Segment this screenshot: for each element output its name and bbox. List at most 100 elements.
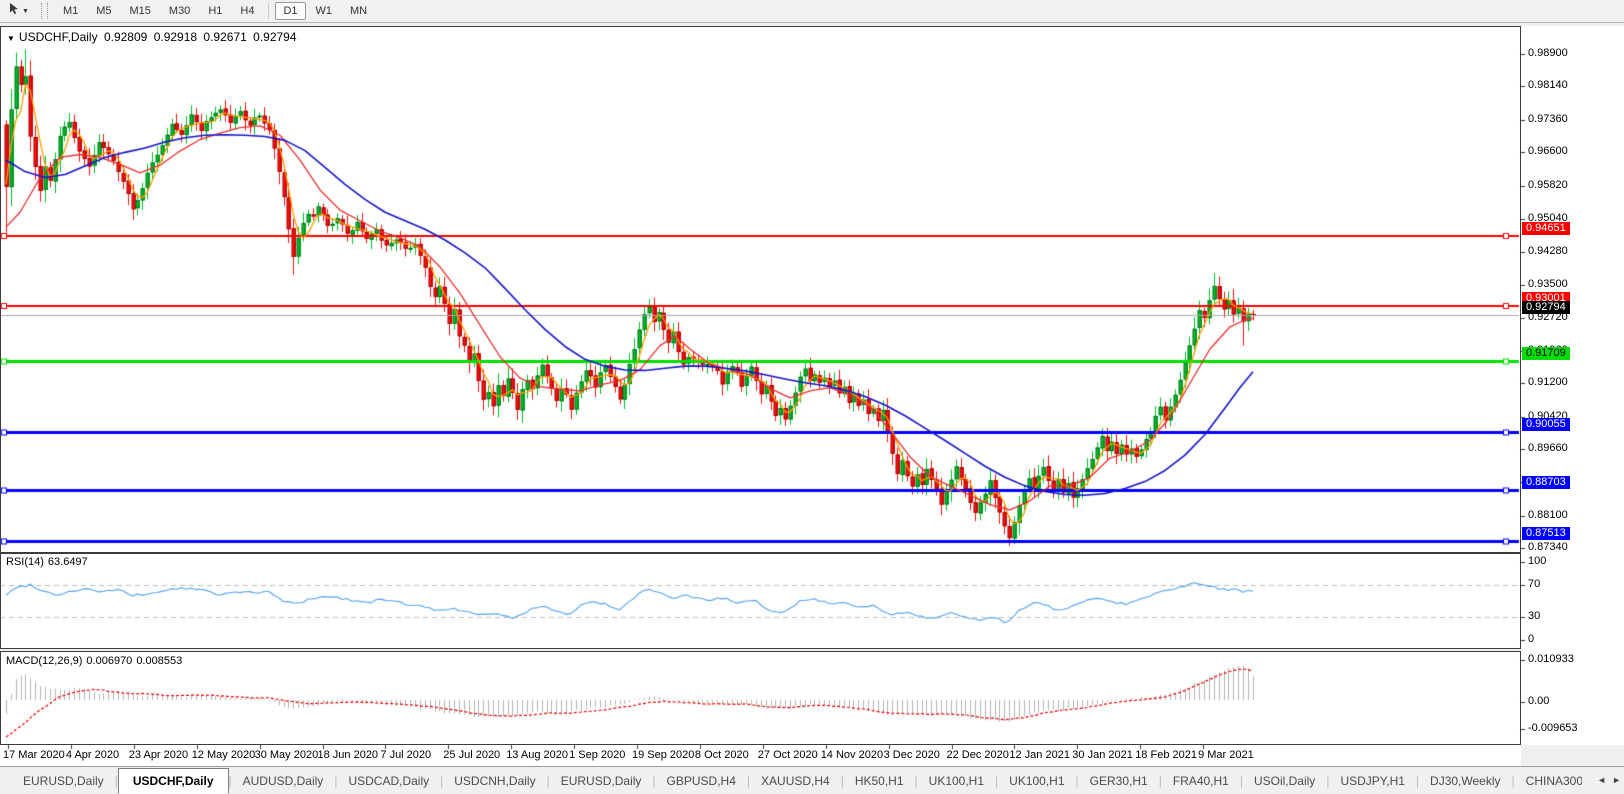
chart-tab-HK50-H1[interactable]: HK50,H1 [844,769,915,793]
rsi-tick-label: 0 [1528,633,1535,645]
price-level-badge: 0.94651 [1522,221,1570,235]
chart-tabbar: EURUSD,Daily | USDCHF,Daily | AUDUSD,Daily | U… [0,766,1624,794]
tab-scroll-left-icon[interactable]: ◄ [1597,775,1606,785]
chart-tab-USDCNH-Daily[interactable]: USDCNH,Daily [443,769,546,793]
chart-tab-USDCHF-Daily[interactable]: USDCHF,Daily [117,768,229,794]
tab-scroll-buttons: ◄ ► [1597,775,1621,785]
price-tick-label: 0.88100 [1528,508,1568,521]
date-tick-label: 25 Jul 2020 [443,749,501,761]
chart-tab-EURUSD-Daily[interactable]: EURUSD,Daily [12,769,115,793]
price-tick-label: 0.93500 [1528,277,1568,290]
chart-tab-UK100-H1[interactable]: UK100,H1 [918,769,995,793]
chart-tab-CHINA300-H1[interactable]: CHINA300,H1 [1515,769,1582,793]
macd-tick-label: 0.00 [1528,695,1550,707]
chart-tab-USDCAD-Daily[interactable]: USDCAD,Daily [337,769,440,793]
price-tick-label: 0.87340 [1528,541,1568,554]
macd-panel[interactable] [0,651,1521,745]
ohlc-high: 0.92918 [153,30,198,44]
tab-scroll-right-icon[interactable]: ► [1612,775,1621,785]
chart-title: ▼ USDCHF,Daily 0.92809 0.92918 0.92671 0.… [7,30,300,44]
cursor-arrow-icon [8,2,20,20]
ohlc-close: 0.92794 [253,30,297,44]
toolbar-separator [268,3,270,19]
date-tick-label: 12 Jan 2021 [1009,749,1070,761]
price-level-badge: 0.91709 [1522,347,1570,361]
date-tick-label: 19 Sep 2020 [632,749,695,761]
timeframe-button-H4[interactable]: H4 [232,2,262,20]
date-tick-label: 30 Jan 2021 [1072,749,1133,761]
chart-tab-EURUSD-Daily[interactable]: EURUSD,Daily [550,769,653,793]
timeframe-button-W1[interactable]: W1 [308,2,341,20]
price-tick-label: 0.98900 [1528,47,1568,59]
date-tick-label: 27 Oct 2020 [757,749,818,761]
price-tick-label: 0.94280 [1528,244,1568,257]
date-tick-label: 13 Aug 2020 [506,749,568,761]
macd-indicator-label: MACD(12,26,9) 0.006970 0.008553 [6,655,186,667]
chart-cursor-tool-button[interactable]: ▼ [4,2,33,20]
timeframe-button-M30[interactable]: M30 [161,2,198,20]
chart-tab-DJ30-Weekly[interactable]: DJ30,Weekly [1419,769,1511,793]
current-price-badge: 0.92794 [1522,301,1570,315]
chart-tab-AUDUSD-Daily[interactable]: AUDUSD,Daily [232,769,335,793]
chart-tab-USDJPY-H1[interactable]: USDJPY,H1 [1329,769,1415,793]
date-tick-label: 14 Nov 2020 [820,749,884,761]
price-panel[interactable] [0,26,1521,553]
date-axis[interactable]: 17 Mar 2020 4 Apr 2020 23 Apr 2020 12 May 2… [0,745,1521,766]
rsi-tick-label: 30 [1528,610,1541,622]
ohlc-low: 0.92671 [203,30,247,44]
timeframe-toolbar: ▼ M1 M5 M15 M30 H1 H4 D1 W1 MN [0,0,1624,23]
date-tick-label: 23 Apr 2020 [128,749,189,761]
rsi-tick-label: 70 [1528,578,1541,590]
chart-tab-GER30-H1[interactable]: GER30,H1 [1079,769,1159,793]
timeframe-button-H1[interactable]: H1 [200,2,230,20]
timeframe-button-M15[interactable]: M15 [122,2,159,20]
rsi-indicator-label: RSI(14) 63.6497 [6,556,92,568]
date-tick-label: 12 May 2020 [191,749,256,761]
date-tick-label: 4 Apr 2020 [65,749,120,761]
rsi-value: 63.6497 [47,556,88,568]
price-level-badge: 0.88703 [1522,476,1570,490]
date-tick-label: 1 Sep 2020 [569,749,626,761]
date-tick-label: 22 Dec 2020 [946,749,1009,761]
macd-tick-label: -0.009653 [1528,722,1578,734]
price-tick-label: 0.97360 [1528,112,1568,125]
chart-tab-GBPUSD-H4[interactable]: GBPUSD,H4 [656,769,747,793]
price-tick-label: 0.91200 [1528,376,1568,389]
price-tick-label: 0.98140 [1528,79,1568,92]
timeframe-button-M1[interactable]: M1 [55,2,86,20]
price-tick-label: 0.95820 [1528,178,1568,191]
price-level-badge: 0.90055 [1522,418,1570,432]
price-axis[interactable]: 0.98900 0.98140 0.97360 0.96600 0.95820 0.950… [1521,26,1624,745]
chevron-down-icon: ▼ [22,7,29,15]
price-tick-label: 0.96600 [1528,145,1568,158]
macd-signal-value: 0.008553 [136,655,183,667]
mt4-terminal: ▼ M1 M5 M15 M30 H1 H4 D1 W1 MN 0.98900 0.98140 0.9… [0,0,1624,794]
chart-tabs: EURUSD,Daily | USDCHF,Daily | AUDUSD,Daily | U… [12,767,1582,794]
timeframe-button-MN[interactable]: MN [342,2,375,20]
rsi-panel[interactable] [0,553,1521,649]
chart-tab-FRA40-H1[interactable]: FRA40,H1 [1162,769,1240,793]
date-tick-label: 3 Dec 2020 [883,749,940,761]
price-level-badge: 0.87513 [1522,526,1570,540]
price-tick-label: 0.89660 [1528,442,1568,455]
ohlc-open: 0.92809 [103,30,148,44]
symbol-dropdown-icon[interactable]: ▼ [7,34,15,43]
date-tick-label: 8 Oct 2020 [694,749,749,761]
macd-main-value: 0.006970 [86,655,133,667]
date-tick-label: 17 Mar 2020 [3,749,65,761]
chart-tab-XAUUSD-H4[interactable]: XAUUSD,H4 [750,769,841,793]
chart-tab-USOil-Daily[interactable]: USOil,Daily [1243,769,1326,793]
date-tick-label: 18 Jun 2020 [317,749,379,761]
chart-symbol-label: USDCHF,Daily [18,30,98,44]
timeframe-buttons: M1 M5 M15 M30 H1 H4 D1 W1 MN [54,0,376,22]
rsi-name: RSI(14) [6,556,44,568]
date-tick-label: 30 May 2020 [254,749,319,761]
toolbar-grip[interactable] [40,3,48,19]
timeframe-button-M5[interactable]: M5 [88,2,119,20]
timeframe-button-D1[interactable]: D1 [275,2,306,20]
rsi-tick-label: 100 [1528,555,1547,567]
chart-tab-UK100-H1[interactable]: UK100,H1 [998,769,1075,793]
date-tick-label: 7 Jul 2020 [380,749,432,761]
macd-tick-label: 0.010933 [1528,653,1574,665]
date-tick-label: 9 Mar 2021 [1198,749,1254,761]
